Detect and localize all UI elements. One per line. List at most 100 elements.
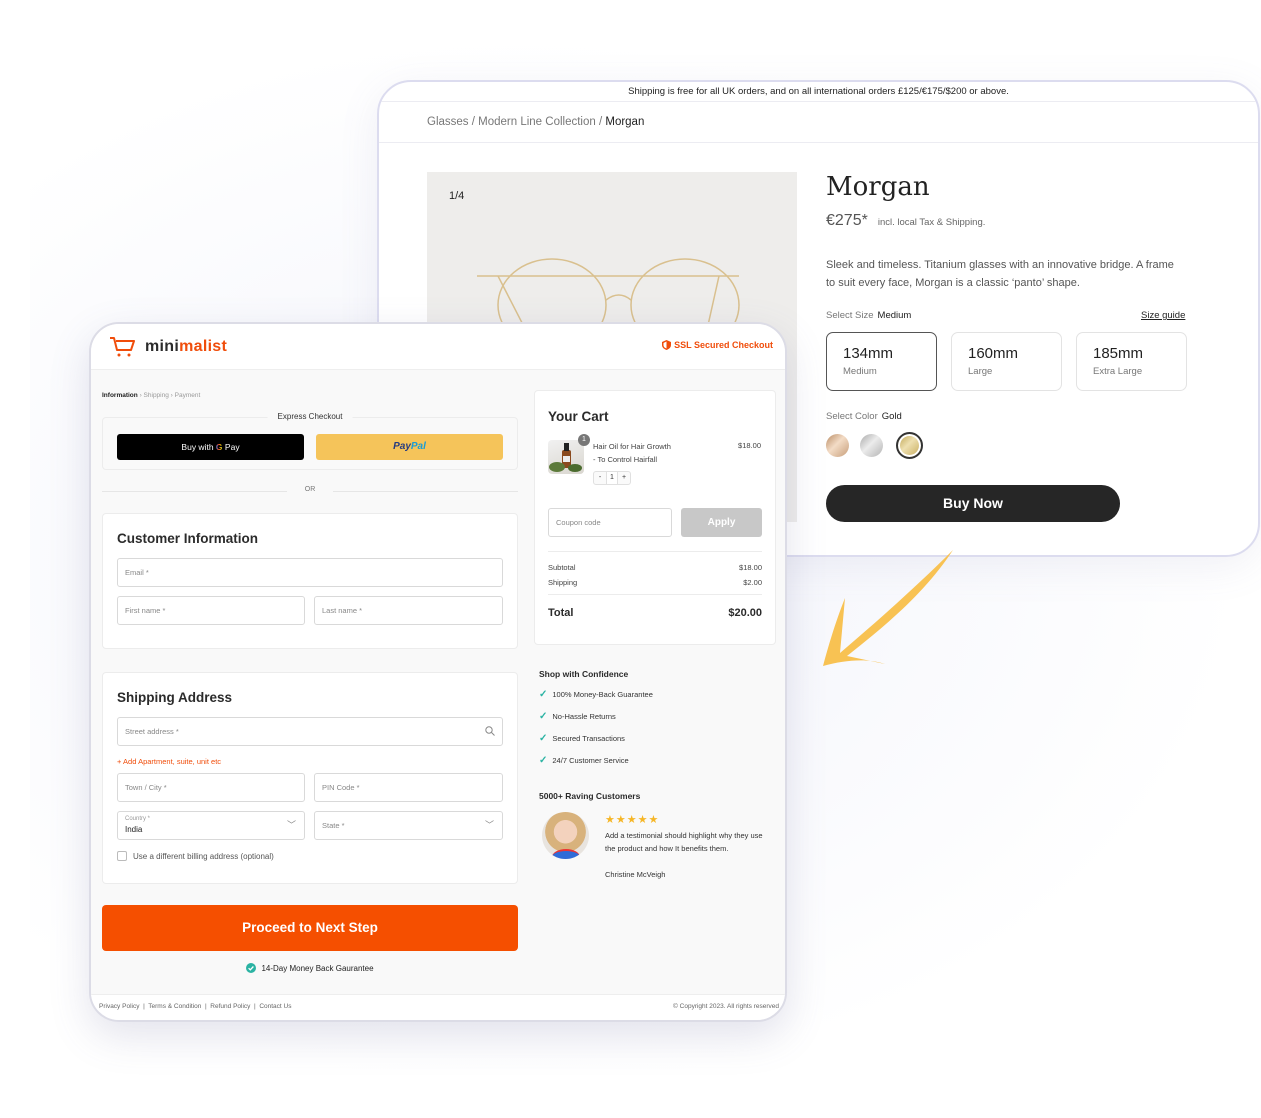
step-payment[interactable]: Payment (175, 392, 201, 399)
confidence-title: Shop with Confidence (539, 669, 629, 679)
confidence-item: ✓ Secured Transactions (539, 733, 625, 744)
decrease-quantity-button[interactable]: - (594, 472, 606, 484)
breadcrumb-separator: / (595, 116, 606, 128)
color-swatch-rose-gold[interactable] (826, 434, 849, 457)
size-mm: 134mm (843, 345, 894, 362)
size-name: Medium (843, 366, 877, 377)
color-swatch-silver[interactable] (860, 434, 883, 457)
cart-item-name: Hair Oil for Hair Growth - To Control Hai… (593, 441, 671, 466)
breadcrumb: Glasses / Modern Line Collection / Morga… (427, 116, 644, 128)
privacy-policy-link[interactable]: Privacy Policy (99, 1003, 139, 1010)
cart-card: Your Cart 1 Hair Oil for Hair Growth - To… (534, 390, 776, 645)
brand-logo[interactable]: minimalist (109, 336, 227, 358)
chevron-down-icon: ﹀ (484, 820, 494, 830)
product-price: €275* incl. local Tax & Shipping. (826, 212, 985, 230)
copyright: © Copyright 2023. All rights reserved (673, 1003, 779, 1010)
paypal-button[interactable]: PayPal (316, 434, 503, 460)
color-label: Select Color Gold (826, 411, 902, 422)
confidence-item-text: Secured Transactions (552, 734, 625, 743)
customer-information-title: Customer Information (117, 531, 259, 546)
breadcrumb-glasses[interactable]: Glasses (427, 116, 469, 128)
checkout-header: minimalist SSL Secured Checkout (91, 324, 785, 370)
size-option-large[interactable]: 160mm Large (951, 332, 1062, 391)
check-icon: ✓ (539, 689, 548, 700)
express-checkout: Express Checkout Buy with G Pay PayPal (102, 412, 518, 470)
google-g-icon: G (215, 442, 223, 452)
different-billing-checkbox[interactable]: Use a different billing address (optiona… (117, 851, 274, 861)
divider (548, 551, 762, 552)
street-placeholder: Street address * (125, 727, 179, 736)
color-swatch-gold[interactable] (896, 432, 923, 459)
street-address-field[interactable]: Street address * (117, 717, 503, 746)
cart-item-name-line2: - To Control Hairfall (593, 454, 658, 464)
breadcrumb-separator: / (468, 116, 479, 128)
shield-icon (662, 340, 672, 350)
ssl-label: SSL Secured Checkout (674, 340, 773, 350)
subtotal-value: $18.00 (739, 563, 762, 572)
chevron-right-icon: › (139, 392, 142, 399)
country-value: India (125, 825, 143, 834)
confidence-item: ✓ 100% Money-Back Guarantee (539, 689, 653, 700)
check-icon: ✓ (539, 755, 548, 766)
checkout-footer: Privacy Policy | Terms & Condition | Ref… (91, 994, 785, 1020)
increase-quantity-button[interactable]: + (618, 472, 630, 484)
google-pay-button[interactable]: Buy with G Pay (117, 434, 304, 460)
refund-policy-link[interactable]: Refund Policy (210, 1003, 250, 1010)
paypal-logo-part2: Pal (410, 441, 426, 452)
shipping-label: Shipping (548, 578, 578, 587)
check-icon: ✓ (539, 711, 548, 722)
contact-us-link[interactable]: Contact Us (259, 1003, 291, 1010)
star-rating-icon: ★★★★★ (605, 814, 660, 826)
email-field[interactable]: Email * (117, 558, 503, 587)
money-back-guarantee: 14-Day Money Back Gaurantee (102, 963, 518, 973)
brand-suffix: malist (179, 338, 228, 355)
gallery-counter: 1/4 (449, 190, 465, 202)
checkbox-icon[interactable] (117, 851, 127, 861)
shipping-row: Shipping $2.00 (548, 578, 762, 587)
size-label: Select Size Medium (826, 310, 911, 321)
first-name-field[interactable]: First name * (117, 596, 305, 625)
size-selected-value: Medium (877, 310, 912, 321)
last-name-field[interactable]: Last name * (314, 596, 503, 625)
or-divider: OR (102, 486, 518, 493)
pin-code-field[interactable]: PIN Code * (314, 773, 503, 802)
town-city-field[interactable]: Town / City * (117, 773, 305, 802)
shipping-address-card: Shipping Address Street address * + Add … (102, 672, 518, 884)
divider (379, 142, 1258, 143)
size-mm: 185mm (1093, 345, 1144, 362)
shopping-cart-icon (110, 337, 135, 357)
billing-checkbox-label: Use a different billing address (optiona… (133, 851, 274, 861)
step-shipping[interactable]: Shipping (144, 392, 169, 399)
apply-coupon-button[interactable]: Apply (681, 508, 762, 537)
shipping-value: $2.00 (743, 578, 762, 587)
breadcrumb-current: Morgan (605, 116, 645, 128)
proceed-button[interactable]: Proceed to Next Step (102, 905, 518, 951)
reviews-title: 5000+ Raving Customers (539, 791, 641, 801)
subtotal-row: Subtotal $18.00 (548, 563, 762, 572)
buy-now-button[interactable]: Buy Now (826, 485, 1120, 522)
confidence-item-text: No-Hassle Returns (552, 712, 616, 721)
oil-bottle-image (549, 443, 582, 472)
footer-links: Privacy Policy | Terms & Condition | Ref… (99, 1003, 292, 1010)
size-option-medium[interactable]: 134mm Medium (826, 332, 937, 391)
product-description: Sleek and timeless. Titanium glasses wit… (826, 259, 1174, 289)
size-option-extra-large[interactable]: 185mm Extra Large (1076, 332, 1187, 391)
terms-link[interactable]: Terms & Condition (148, 1003, 201, 1010)
quantity-value[interactable]: 1 (606, 472, 618, 484)
step-information[interactable]: Information (102, 392, 138, 399)
add-apartment-link[interactable]: + Add Apartment, suite, unit etc (117, 757, 221, 766)
coupon-code-input[interactable]: Coupon code (548, 508, 672, 537)
cart-item-name-line1: Hair Oil for Hair Growth (593, 442, 671, 451)
express-checkout-title: Express Checkout (267, 412, 353, 421)
ssl-badge: SSL Secured Checkout (662, 340, 773, 350)
country-select[interactable]: Country * India ﹀ (117, 811, 305, 840)
state-select[interactable]: State * ﹀ (314, 811, 503, 840)
size-mm: 160mm (968, 345, 1019, 362)
search-icon (485, 726, 495, 736)
chevron-right-icon: › (170, 392, 173, 399)
checkout-window: minimalist SSL Secured Checkout Informat… (89, 322, 787, 1022)
price-note: incl. local Tax & Shipping. (877, 217, 986, 228)
breadcrumb-collection[interactable]: Modern Line Collection (478, 116, 596, 128)
state-placeholder: State * (322, 821, 345, 830)
size-guide-link[interactable]: Size guide (1141, 310, 1185, 321)
